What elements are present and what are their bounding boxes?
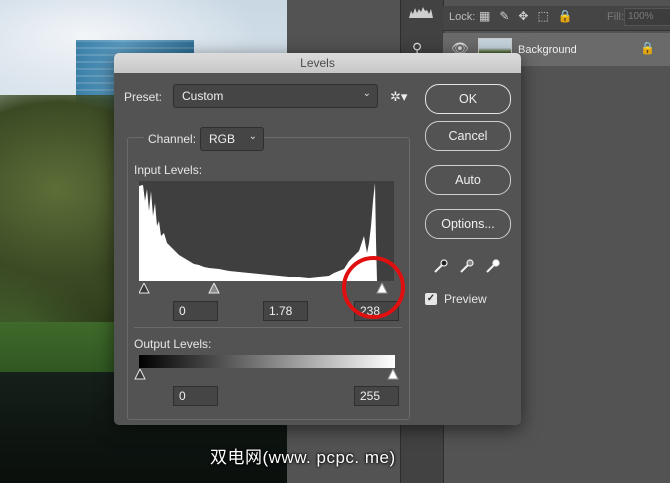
channel-label: Channel: (144, 132, 201, 146)
ok-button[interactable]: OK (425, 84, 511, 114)
white-eyedropper-icon[interactable] (484, 257, 502, 275)
lock-label: Lock: (449, 11, 476, 23)
output-gradient (139, 355, 395, 368)
chevron-down-icon: ⌄ (248, 131, 257, 142)
channel-select[interactable]: RGB ⌄ (200, 127, 264, 151)
lock-icon[interactable]: 🔒 (640, 41, 655, 55)
histogram-shape (139, 183, 377, 281)
output-slider[interactable] (134, 369, 400, 381)
section-divider (134, 327, 402, 328)
gear-icon[interactable]: ✲▾ (390, 89, 407, 105)
preview-label: Preview (444, 292, 487, 306)
fill-label: Fill: (607, 11, 625, 23)
eyedropper-group (432, 257, 512, 277)
preset-value: Custom (182, 89, 224, 103)
output-white-field[interactable]: 255 (354, 386, 399, 406)
gray-eyedropper-icon[interactable] (458, 257, 476, 275)
output-levels-label: Output Levels: (134, 337, 212, 351)
black-point-handle (139, 283, 150, 294)
input-gamma-field[interactable]: 1.78 (263, 301, 308, 321)
lock-options-icons[interactable]: ▦✎✥⬚🔒 (479, 9, 582, 23)
black-eyedropper-icon[interactable] (432, 257, 450, 275)
cancel-button[interactable]: Cancel (425, 121, 511, 151)
options-button[interactable]: Options... (425, 209, 511, 239)
chevron-down-icon: ⌄ (362, 88, 371, 99)
output-black-field[interactable]: 0 (173, 386, 218, 406)
lock-row: Lock: ▦✎✥⬚🔒 Fill: 100% (443, 6, 670, 31)
dialog-title[interactable]: Levels (114, 53, 521, 73)
layer-name: Background (518, 44, 577, 56)
highlight-circle (342, 256, 405, 319)
levels-dialog: Levels Preset: Custom ⌄ ✲▾ Channel: RGB … (114, 53, 521, 425)
input-black-field[interactable]: 0 (173, 301, 218, 321)
fill-input[interactable]: 100% (624, 8, 670, 26)
preview-checkbox[interactable]: ✓ (425, 293, 437, 305)
channel-value: RGB (209, 132, 236, 146)
auto-button[interactable]: Auto (425, 165, 511, 195)
histogram-panel-icon[interactable] (408, 5, 434, 19)
gamma-handle (208, 283, 220, 294)
preset-select[interactable]: Custom ⌄ (173, 84, 378, 108)
output-black-handle (134, 369, 146, 380)
preset-label: Preset: (124, 90, 163, 104)
input-levels-label: Input Levels: (134, 163, 203, 177)
watermark: 双电网(www. pcpc. me) (210, 448, 396, 467)
output-white-handle (387, 369, 399, 380)
